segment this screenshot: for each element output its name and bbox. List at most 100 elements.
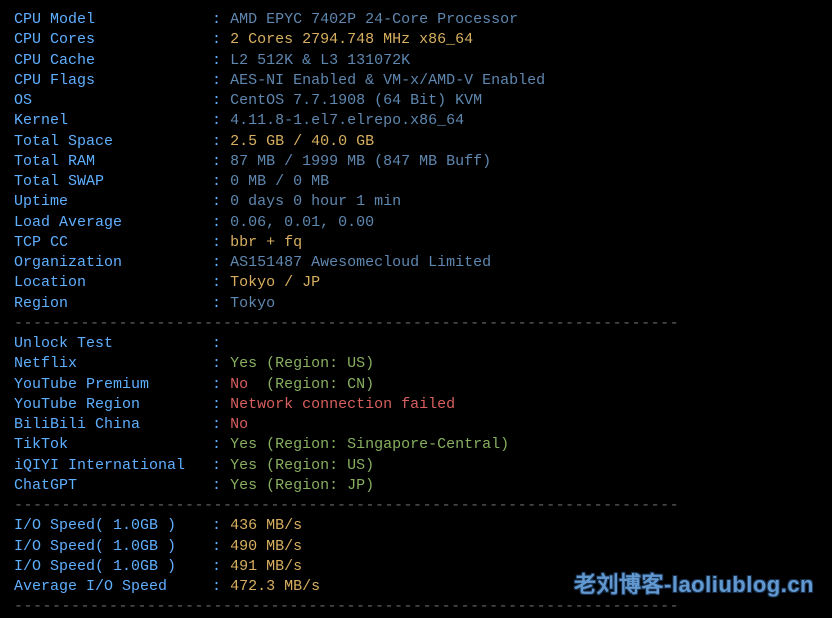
io-label: I/O Speed( 1.0GB ) (14, 538, 212, 555)
unlock-label: TikTok (14, 436, 212, 453)
system-label: Kernel (14, 112, 212, 129)
separator: : (212, 92, 230, 109)
unlock-row: YouTube Region : Network connection fail… (14, 395, 820, 415)
unlock-header-label: Unlock Test (14, 335, 212, 352)
io-value: 436 MB/s (230, 517, 302, 534)
separator: : (212, 295, 230, 312)
unlock-status: No (230, 376, 257, 393)
system-value: Tokyo (230, 295, 275, 312)
unlock-row: YouTube Premium : No (Region: CN) (14, 375, 820, 395)
separator: : (212, 72, 230, 89)
system-label: CPU Cores (14, 31, 212, 48)
system-info-row: Location : Tokyo / JP (14, 273, 820, 293)
divider: ----------------------------------------… (14, 597, 820, 617)
unlock-region: (Region: US) (257, 355, 374, 372)
system-label: CPU Flags (14, 72, 212, 89)
separator: : (212, 52, 230, 69)
system-info-row: Kernel : 4.11.8-1.el7.elrepo.x86_64 (14, 111, 820, 131)
unlock-status: Yes (230, 436, 257, 453)
io-value: 490 MB/s (230, 538, 302, 555)
system-label: TCP CC (14, 234, 212, 251)
unlock-header-row: Unlock Test : (14, 334, 820, 354)
system-label: Total RAM (14, 153, 212, 170)
unlock-label: iQIYI International (14, 457, 212, 474)
system-value: CentOS 7.7.1908 (64 Bit) KVM (230, 92, 482, 109)
system-label: Uptime (14, 193, 212, 210)
system-info-row: TCP CC : bbr + fq (14, 233, 820, 253)
system-value: AMD EPYC 7402P 24-Core Processor (230, 11, 518, 28)
separator: : (212, 31, 230, 48)
divider: ----------------------------------------… (14, 314, 820, 334)
separator: : (212, 214, 230, 231)
unlock-label: YouTube Premium (14, 376, 212, 393)
system-value: 0 MB / 0 MB (230, 173, 329, 190)
unlock-region: (Region: CN) (257, 376, 374, 393)
watermark: 老刘博客-laoliublog.cn (574, 570, 814, 600)
system-value: bbr + fq (230, 234, 302, 251)
unlock-status: Yes (230, 477, 257, 494)
unlock-row: iQIYI International : Yes (Region: US) (14, 456, 820, 476)
system-value: 0 days 0 hour 1 min (230, 193, 401, 210)
unlock-status: Yes (230, 355, 257, 372)
system-label: CPU Model (14, 11, 212, 28)
system-info-row: CPU Model : AMD EPYC 7402P 24-Core Proce… (14, 10, 820, 30)
system-info-row: Total SWAP : 0 MB / 0 MB (14, 172, 820, 192)
unlock-region: (Region: Singapore-Central) (257, 436, 509, 453)
separator: : (212, 477, 230, 494)
io-value: 491 MB/s (230, 558, 302, 575)
system-info-row: Region : Tokyo (14, 294, 820, 314)
system-info-row: Load Average : 0.06, 0.01, 0.00 (14, 213, 820, 233)
separator: : (212, 173, 230, 190)
unlock-row: TikTok : Yes (Region: Singapore-Central) (14, 435, 820, 455)
system-value: 87 MB / 1999 MB (847 MB Buff) (230, 153, 491, 170)
system-value: AES-NI Enabled & VM-x/AMD-V Enabled (230, 72, 545, 89)
separator: : (212, 153, 230, 170)
system-info-row: CPU Cores : 2 Cores 2794.748 MHz x86_64 (14, 30, 820, 50)
system-label: CPU Cache (14, 52, 212, 69)
separator: : (212, 11, 230, 28)
separator: : (212, 355, 230, 372)
system-info-row: Organization : AS151487 Awesomecloud Lim… (14, 253, 820, 273)
unlock-row: Netflix : Yes (Region: US) (14, 354, 820, 374)
io-speed-row: I/O Speed( 1.0GB ) : 436 MB/s (14, 516, 820, 536)
separator: : (212, 376, 230, 393)
system-label: Region (14, 295, 212, 312)
separator: : (212, 112, 230, 129)
system-value: L2 512K & L3 131072K (230, 52, 410, 69)
unlock-row: BiliBili China : No (14, 415, 820, 435)
system-info-row: OS : CentOS 7.7.1908 (64 Bit) KVM (14, 91, 820, 111)
system-info-row: CPU Cache : L2 512K & L3 131072K (14, 51, 820, 71)
system-label: Total SWAP (14, 173, 212, 190)
separator: : (212, 416, 230, 433)
unlock-region: (Region: JP) (257, 477, 374, 494)
system-label: Load Average (14, 214, 212, 231)
unlock-label: BiliBili China (14, 416, 212, 433)
io-label: I/O Speed( 1.0GB ) (14, 558, 212, 575)
unlock-status: Network connection failed (230, 396, 455, 413)
separator: : (212, 193, 230, 210)
separator: : (212, 335, 221, 352)
separator: : (212, 254, 230, 271)
system-value: Tokyo / JP (230, 274, 320, 291)
separator: : (212, 538, 230, 555)
separator: : (212, 274, 230, 291)
system-info-row: Total Space : 2.5 GB / 40.0 GB (14, 132, 820, 152)
io-label: Average I/O Speed (14, 578, 212, 595)
unlock-label: Netflix (14, 355, 212, 372)
unlock-label: YouTube Region (14, 396, 212, 413)
separator: : (212, 133, 230, 150)
separator: : (212, 436, 230, 453)
unlock-row: ChatGPT : Yes (Region: JP) (14, 476, 820, 496)
separator: : (212, 234, 230, 251)
unlock-status: No (230, 416, 248, 433)
system-value: 2.5 GB / 40.0 GB (230, 133, 374, 150)
system-value: 0.06, 0.01, 0.00 (230, 214, 374, 231)
system-info-section: CPU Model : AMD EPYC 7402P 24-Core Proce… (14, 10, 820, 314)
system-info-row: Uptime : 0 days 0 hour 1 min (14, 192, 820, 212)
io-label: I/O Speed( 1.0GB ) (14, 517, 212, 534)
separator: : (212, 457, 230, 474)
system-label: Location (14, 274, 212, 291)
system-label: Organization (14, 254, 212, 271)
system-value: AS151487 Awesomecloud Limited (230, 254, 491, 271)
unlock-status: Yes (230, 457, 257, 474)
